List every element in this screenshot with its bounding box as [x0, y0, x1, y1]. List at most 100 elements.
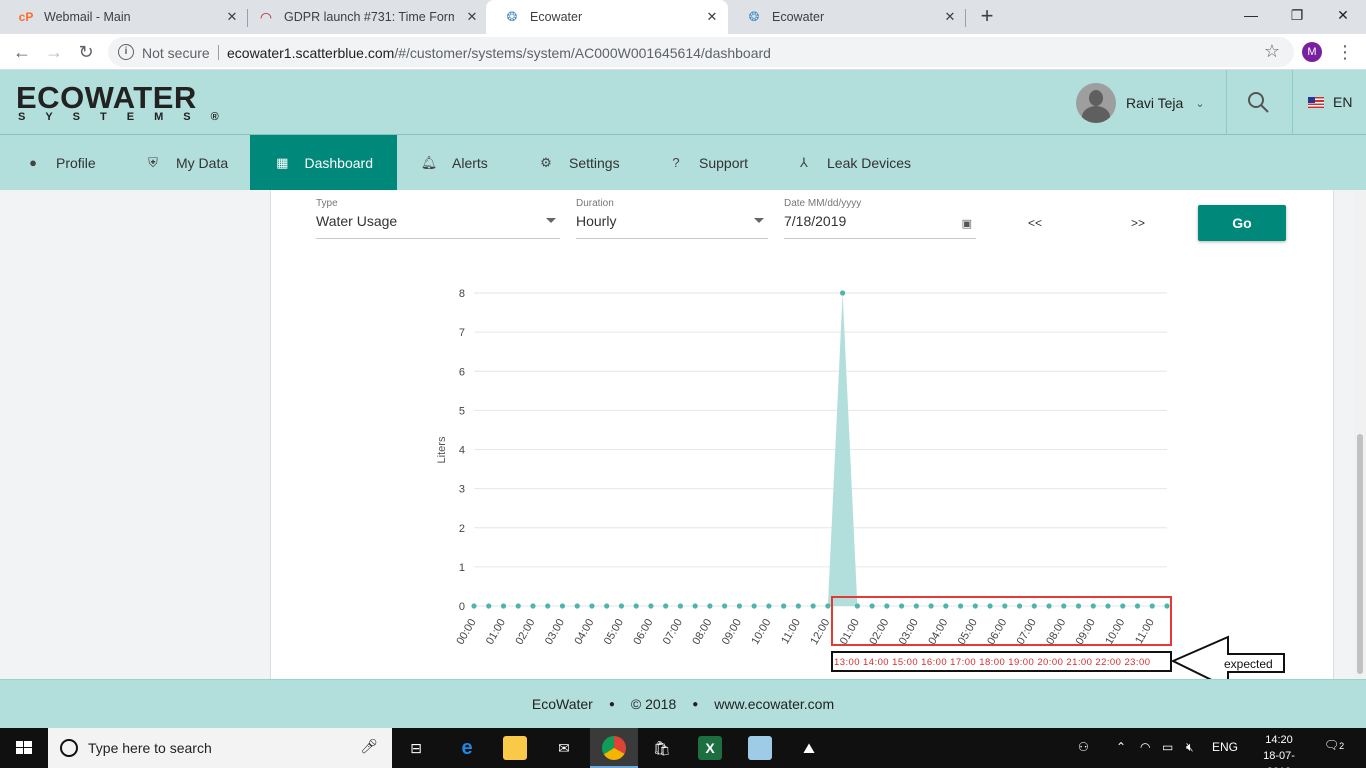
data-point[interactable] — [471, 603, 477, 609]
language-indicator[interactable]: ENG — [1212, 740, 1238, 754]
data-point[interactable] — [928, 603, 934, 609]
data-point[interactable] — [766, 603, 772, 609]
data-point[interactable] — [692, 603, 698, 609]
battery-icon[interactable]: ▭ — [1162, 740, 1173, 754]
scrollbar[interactable] — [1354, 190, 1366, 679]
taskbar-search[interactable]: Type here to search 🎤︎ — [48, 728, 392, 768]
data-point[interactable] — [810, 603, 816, 609]
data-point[interactable] — [884, 603, 890, 609]
data-point[interactable] — [1105, 603, 1111, 609]
chrome-icon[interactable] — [602, 736, 626, 760]
data-point[interactable] — [1090, 603, 1096, 609]
notepad-icon[interactable] — [748, 736, 772, 760]
data-point[interactable] — [736, 603, 743, 609]
data-point[interactable] — [825, 603, 831, 609]
wifi-icon[interactable]: ◠ — [1140, 740, 1150, 754]
task-view-icon[interactable]: ⊟ — [404, 736, 428, 760]
data-point[interactable] — [1046, 603, 1052, 609]
data-point[interactable] — [854, 603, 860, 609]
data-point[interactable] — [618, 603, 625, 609]
app-footer: EcoWater ● © 2018 ● www.ecowater.com — [0, 679, 1366, 728]
data-point[interactable] — [840, 290, 846, 296]
notification-count: 2 — [1339, 741, 1345, 751]
x-tick-label: 05:00 — [602, 617, 626, 647]
data-point[interactable] — [722, 603, 728, 609]
x-tick-label: 11:00 — [779, 617, 803, 646]
separator-dot: ● — [692, 698, 699, 710]
edge-icon[interactable]: e — [455, 736, 479, 760]
data-point[interactable] — [707, 603, 713, 609]
file-explorer-icon[interactable] — [503, 736, 527, 760]
data-point[interactable] — [530, 603, 536, 609]
data-point[interactable] — [663, 603, 669, 609]
x-tick-label: 01:00 — [484, 617, 508, 647]
data-point[interactable] — [957, 603, 964, 609]
excel-icon[interactable]: X — [698, 736, 722, 760]
data-point[interactable] — [943, 603, 949, 609]
y-tick-label: 3 — [459, 484, 465, 496]
microphone-icon[interactable]: 🎤︎ — [360, 738, 378, 755]
data-point[interactable] — [1120, 603, 1126, 609]
x-tick-label: 00:00 — [454, 617, 478, 647]
x-tick-label: 08:00 — [1044, 617, 1068, 647]
data-point[interactable] — [604, 603, 610, 609]
windows-start-icon[interactable] — [0, 728, 48, 768]
data-point[interactable] — [648, 603, 654, 609]
data-point[interactable] — [781, 603, 787, 609]
chevron-up-icon[interactable]: ⌃ — [1116, 740, 1126, 754]
data-point[interactable] — [972, 603, 978, 609]
scrollbar-thumb[interactable] — [1357, 434, 1363, 674]
water-usage-chart: 012345678 00:00 01:00 02:00 03:00 04:00 05:00… — [436, 288, 1285, 690]
footer-website[interactable]: www.ecowater.com — [714, 696, 834, 712]
footer-brand: EcoWater — [531, 696, 593, 712]
y-axis-label: Liters — [436, 436, 448, 463]
x-tick-label: 10:00 — [1103, 617, 1127, 647]
data-point[interactable] — [677, 603, 684, 609]
data-point[interactable] — [633, 603, 639, 609]
x-tick-label: 08:00 — [690, 617, 714, 647]
arrow-label: expected — [1224, 657, 1273, 671]
clock-time: 14:20 — [1265, 734, 1293, 746]
x-tick-label: 04:00 — [926, 617, 950, 647]
x-tick-label: 06:00 — [631, 617, 655, 647]
data-point[interactable] — [751, 603, 757, 609]
y-tick-label: 0 — [459, 601, 465, 613]
data-point[interactable] — [1075, 603, 1082, 609]
data-point[interactable] — [1002, 603, 1008, 609]
data-point[interactable] — [1134, 603, 1141, 609]
data-point[interactable] — [500, 603, 507, 609]
x-tick-label: 04:00 — [572, 617, 596, 647]
data-point[interactable] — [1149, 603, 1155, 609]
footer-copyright: © 2018 — [630, 696, 677, 712]
photos-icon[interactable]: ⛰ — [797, 736, 821, 760]
x-tick-label: 03:00 — [543, 617, 567, 647]
x-tick-label: 10:00 — [749, 617, 773, 647]
data-point[interactable] — [1031, 603, 1037, 609]
data-point[interactable] — [545, 603, 551, 609]
x-tick-label: 11:00 — [1133, 617, 1157, 646]
data-point[interactable] — [589, 603, 595, 609]
x-tick-label: 03:00 — [897, 617, 921, 647]
data-point[interactable] — [898, 603, 905, 609]
store-icon[interactable]: 🛍︎ — [650, 736, 674, 760]
data-point[interactable] — [1016, 603, 1023, 609]
data-point[interactable] — [559, 603, 566, 609]
data-point[interactable] — [1061, 603, 1067, 609]
data-point[interactable] — [795, 603, 801, 609]
data-point[interactable] — [987, 603, 993, 609]
data-point[interactable] — [515, 603, 521, 609]
data-point[interactable] — [913, 603, 919, 609]
data-point[interactable] — [869, 603, 875, 609]
x-tick-label: 09:00 — [720, 617, 744, 647]
x-tick-label: 02:00 — [867, 617, 891, 647]
clock[interactable]: 14:20 18-07-2019 — [1252, 732, 1306, 768]
windows-taskbar: Type here to search 🎤︎ ⊟ e ✉ 🛍︎ X ⛰ ⚇ ⌃ … — [0, 728, 1366, 768]
notification-icon[interactable]: 🗨︎2 — [1323, 738, 1345, 758]
expected-labels: 13:00 14:00 15:00 16:00 17:00 18:00 19:0… — [834, 657, 1150, 668]
data-point[interactable] — [1164, 603, 1170, 609]
people-icon[interactable]: ⚇ — [1078, 740, 1089, 754]
mail-icon[interactable]: ✉ — [552, 736, 576, 760]
data-point[interactable] — [574, 603, 580, 609]
data-point[interactable] — [486, 603, 492, 609]
speaker-muted-icon[interactable]: 🔇︎ — [1186, 740, 1194, 755]
